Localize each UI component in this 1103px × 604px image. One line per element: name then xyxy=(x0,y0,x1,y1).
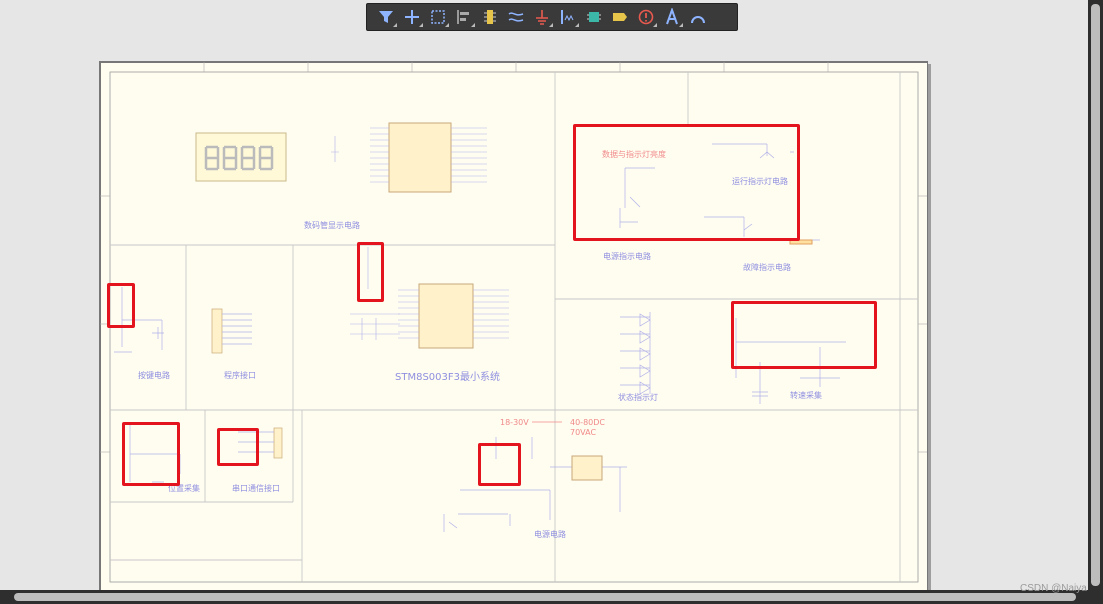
arc-icon xyxy=(691,16,705,24)
label-motor-led: 电源指示电路 xyxy=(603,252,651,261)
label-display: 数码管显示电路 xyxy=(304,221,360,230)
label-uart: 串口通信接口 xyxy=(232,484,280,493)
label-power-range: 40-80DC 70VAC xyxy=(570,418,605,437)
horizontal-scrollbar[interactable] xyxy=(0,590,1103,604)
arc-tool[interactable] xyxy=(685,4,711,30)
label-button: 按键电路 xyxy=(138,371,170,380)
horizontal-scroll-thumb[interactable] xyxy=(14,593,1076,601)
ground-tool[interactable] xyxy=(529,4,555,30)
watermark: CSDN @Naiya xyxy=(1020,583,1087,594)
highlight-box-mcu-resistor xyxy=(357,242,384,302)
chip-icon xyxy=(587,12,601,22)
filter-tool[interactable] xyxy=(373,4,399,30)
label-status-led: 状态指示灯 xyxy=(618,393,658,402)
crosshair-tool[interactable] xyxy=(399,4,425,30)
label-speed: 转速采集 xyxy=(790,391,822,400)
net-label-icon xyxy=(613,13,627,21)
wire-tool[interactable] xyxy=(503,4,529,30)
schematic-toolbar xyxy=(366,3,738,31)
vertical-scrollbar[interactable] xyxy=(1088,0,1103,590)
label-program: 程序接口 xyxy=(224,371,256,380)
highlight-box-speed-resistors xyxy=(731,301,877,369)
highlight-box-led-resistors xyxy=(573,124,800,241)
chip-tool[interactable] xyxy=(581,4,607,30)
label-fault-led: 故障指示电路 xyxy=(743,263,791,272)
label-mcu-min: STM8S003F3最小系统 xyxy=(395,372,500,383)
net-label-tool[interactable] xyxy=(607,4,633,30)
highlight-box-power-resistor xyxy=(478,443,521,486)
component-tool[interactable] xyxy=(477,4,503,30)
label-power-in: 18-30V xyxy=(500,418,529,427)
vertical-scroll-thumb[interactable] xyxy=(1091,4,1100,586)
select-rect-tool[interactable] xyxy=(425,4,451,30)
wire-icon xyxy=(508,12,524,22)
highlight-box-uart-resistors xyxy=(217,428,259,466)
text-tool[interactable] xyxy=(659,4,685,30)
highlight-box-button-resistor xyxy=(107,283,135,328)
component-icon xyxy=(484,10,496,24)
highlight-box-sample-resistors xyxy=(122,422,180,486)
label-power: 电源电路 xyxy=(534,530,566,539)
power-port-tool[interactable] xyxy=(633,4,659,30)
align-tool[interactable] xyxy=(451,4,477,30)
bus-tool[interactable] xyxy=(555,4,581,30)
